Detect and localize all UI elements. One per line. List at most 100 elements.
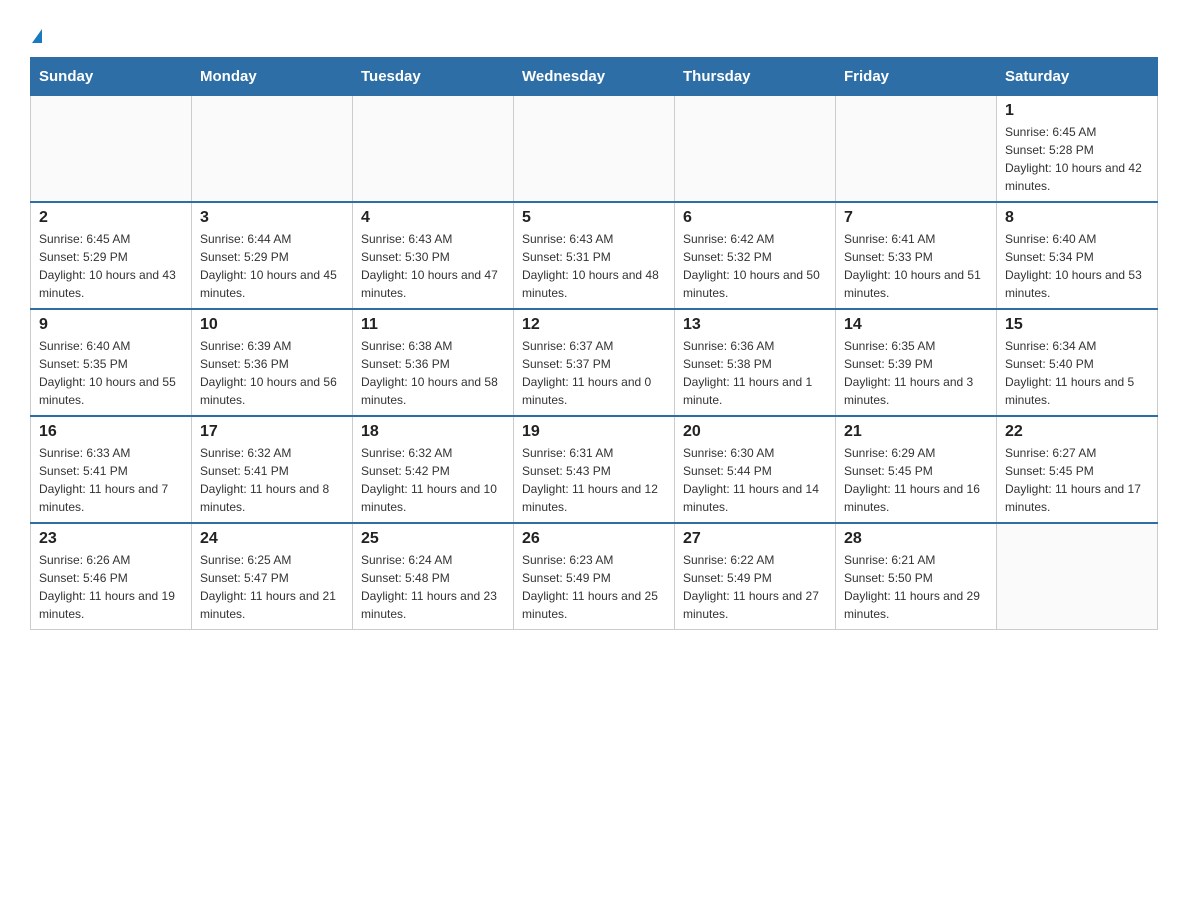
table-row: 28 Sunrise: 6:21 AMSunset: 5:50 PMDayligh… (836, 523, 997, 630)
table-row: 23Sunrise: 6:26 AMSunset: 5:46 PMDayligh… (31, 523, 192, 630)
day-number: 11 (361, 316, 505, 334)
day-info: Sunrise: 6:27 AMSunset: 5:45 PMDaylight:… (1005, 444, 1149, 516)
day-info: Sunrise: 6:21 AMSunset: 5:50 PMDaylight:… (844, 551, 988, 623)
day-info: Sunrise: 6:37 AMSunset: 5:37 PMDaylight:… (522, 337, 666, 409)
table-row: 4 Sunrise: 6:43 AMSunset: 5:30 PMDaylight… (353, 202, 514, 309)
table-row: 20 Sunrise: 6:30 AMSunset: 5:44 PMDayligh… (675, 416, 836, 523)
col-saturday: Saturday (997, 58, 1158, 96)
day-number: 24 (200, 530, 344, 548)
col-monday: Monday (192, 58, 353, 96)
table-row: 24 Sunrise: 6:25 AMSunset: 5:47 PMDayligh… (192, 523, 353, 630)
day-number: 27 (683, 530, 827, 548)
table-row (997, 523, 1158, 630)
table-row: 2 Sunrise: 6:45 AMSunset: 5:29 PMDaylight… (31, 202, 192, 309)
table-row: 27 Sunrise: 6:22 AMSunset: 5:49 PMDayligh… (675, 523, 836, 630)
day-number: 7 (844, 209, 988, 227)
day-number: 6 (683, 209, 827, 227)
day-number: 26 (522, 530, 666, 548)
day-info: Sunrise: 6:44 AMSunset: 5:29 PMDaylight:… (200, 230, 344, 302)
day-info: Sunrise: 6:30 AMSunset: 5:44 PMDaylight:… (683, 444, 827, 516)
day-info: Sunrise: 6:42 AMSunset: 5:32 PMDaylight:… (683, 230, 827, 302)
calendar-week-row: 2 Sunrise: 6:45 AMSunset: 5:29 PMDaylight… (31, 202, 1158, 309)
day-number: 18 (361, 423, 505, 441)
day-number: 10 (200, 316, 344, 334)
col-tuesday: Tuesday (353, 58, 514, 96)
day-number: 12 (522, 316, 666, 334)
day-number: 13 (683, 316, 827, 334)
day-number: 28 (844, 530, 988, 548)
day-number: 22 (1005, 423, 1149, 441)
day-info: Sunrise: 6:45 AMSunset: 5:29 PMDaylight:… (39, 230, 183, 302)
day-number: 23 (39, 530, 183, 548)
day-info: Sunrise: 6:40 AMSunset: 5:34 PMDaylight:… (1005, 230, 1149, 302)
calendar-table: Sunday Monday Tuesday Wednesday Thursday… (30, 57, 1158, 630)
table-row: 15Sunrise: 6:34 AMSunset: 5:40 PMDayligh… (997, 309, 1158, 416)
day-info: Sunrise: 6:35 AMSunset: 5:39 PMDaylight:… (844, 337, 988, 409)
day-number: 21 (844, 423, 988, 441)
table-row: 11 Sunrise: 6:38 AMSunset: 5:36 PMDayligh… (353, 309, 514, 416)
day-info: Sunrise: 6:29 AMSunset: 5:45 PMDaylight:… (844, 444, 988, 516)
table-row: 26 Sunrise: 6:23 AMSunset: 5:49 PMDayligh… (514, 523, 675, 630)
day-number: 3 (200, 209, 344, 227)
table-row: 6 Sunrise: 6:42 AMSunset: 5:32 PMDaylight… (675, 202, 836, 309)
day-info: Sunrise: 6:43 AMSunset: 5:30 PMDaylight:… (361, 230, 505, 302)
day-number: 15 (1005, 316, 1149, 334)
table-row (353, 96, 514, 203)
table-row: 5 Sunrise: 6:43 AMSunset: 5:31 PMDaylight… (514, 202, 675, 309)
table-row: 8 Sunrise: 6:40 AMSunset: 5:34 PMDaylight… (997, 202, 1158, 309)
calendar-week-row: 9 Sunrise: 6:40 AMSunset: 5:35 PMDaylight… (31, 309, 1158, 416)
logo-top (30, 20, 42, 47)
table-row: 12 Sunrise: 6:37 AMSunset: 5:37 PMDayligh… (514, 309, 675, 416)
day-info: Sunrise: 6:31 AMSunset: 5:43 PMDaylight:… (522, 444, 666, 516)
day-info: Sunrise: 6:32 AMSunset: 5:41 PMDaylight:… (200, 444, 344, 516)
col-friday: Friday (836, 58, 997, 96)
day-number: 1 (1005, 102, 1149, 120)
day-info: Sunrise: 6:39 AMSunset: 5:36 PMDaylight:… (200, 337, 344, 409)
table-row: 16 Sunrise: 6:33 AMSunset: 5:41 PMDayligh… (31, 416, 192, 523)
table-row: 7 Sunrise: 6:41 AMSunset: 5:33 PMDaylight… (836, 202, 997, 309)
day-number: 19 (522, 423, 666, 441)
calendar-week-row: 1 Sunrise: 6:45 AMSunset: 5:28 PMDaylight… (31, 96, 1158, 203)
day-info: Sunrise: 6:33 AMSunset: 5:41 PMDaylight:… (39, 444, 183, 516)
day-number: 17 (200, 423, 344, 441)
table-row: 1 Sunrise: 6:45 AMSunset: 5:28 PMDaylight… (997, 96, 1158, 203)
day-info: Sunrise: 6:41 AMSunset: 5:33 PMDaylight:… (844, 230, 988, 302)
day-number: 5 (522, 209, 666, 227)
day-info: Sunrise: 6:43 AMSunset: 5:31 PMDaylight:… (522, 230, 666, 302)
day-info: Sunrise: 6:24 AMSunset: 5:48 PMDaylight:… (361, 551, 505, 623)
day-info: Sunrise: 6:36 AMSunset: 5:38 PMDaylight:… (683, 337, 827, 409)
day-number: 2 (39, 209, 183, 227)
table-row: 17 Sunrise: 6:32 AMSunset: 5:41 PMDayligh… (192, 416, 353, 523)
table-row (192, 96, 353, 203)
table-row: 10 Sunrise: 6:39 AMSunset: 5:36 PMDayligh… (192, 309, 353, 416)
day-number: 4 (361, 209, 505, 227)
col-thursday: Thursday (675, 58, 836, 96)
calendar-week-row: 16 Sunrise: 6:33 AMSunset: 5:41 PMDayligh… (31, 416, 1158, 523)
table-row: 22 Sunrise: 6:27 AMSunset: 5:45 PMDayligh… (997, 416, 1158, 523)
table-row (514, 96, 675, 203)
calendar-week-row: 23Sunrise: 6:26 AMSunset: 5:46 PMDayligh… (31, 523, 1158, 630)
day-info: Sunrise: 6:25 AMSunset: 5:47 PMDaylight:… (200, 551, 344, 623)
day-number: 16 (39, 423, 183, 441)
day-info: Sunrise: 6:40 AMSunset: 5:35 PMDaylight:… (39, 337, 183, 409)
day-info: Sunrise: 6:38 AMSunset: 5:36 PMDaylight:… (361, 337, 505, 409)
day-number: 14 (844, 316, 988, 334)
day-info: Sunrise: 6:45 AMSunset: 5:28 PMDaylight:… (1005, 123, 1149, 195)
day-info: Sunrise: 6:23 AMSunset: 5:49 PMDaylight:… (522, 551, 666, 623)
day-number: 20 (683, 423, 827, 441)
day-number: 8 (1005, 209, 1149, 227)
day-info: Sunrise: 6:22 AMSunset: 5:49 PMDaylight:… (683, 551, 827, 623)
logo-triangle-icon (32, 29, 42, 43)
day-number: 9 (39, 316, 183, 334)
table-row: 21 Sunrise: 6:29 AMSunset: 5:45 PMDayligh… (836, 416, 997, 523)
table-row: 18 Sunrise: 6:32 AMSunset: 5:42 PMDayligh… (353, 416, 514, 523)
day-number: 25 (361, 530, 505, 548)
day-info: Sunrise: 6:32 AMSunset: 5:42 PMDaylight:… (361, 444, 505, 516)
logo (30, 20, 42, 47)
table-row (836, 96, 997, 203)
table-row: 25 Sunrise: 6:24 AMSunset: 5:48 PMDayligh… (353, 523, 514, 630)
table-row: 9 Sunrise: 6:40 AMSunset: 5:35 PMDaylight… (31, 309, 192, 416)
table-row: 13 Sunrise: 6:36 AMSunset: 5:38 PMDayligh… (675, 309, 836, 416)
table-row: 14 Sunrise: 6:35 AMSunset: 5:39 PMDayligh… (836, 309, 997, 416)
table-row (31, 96, 192, 203)
